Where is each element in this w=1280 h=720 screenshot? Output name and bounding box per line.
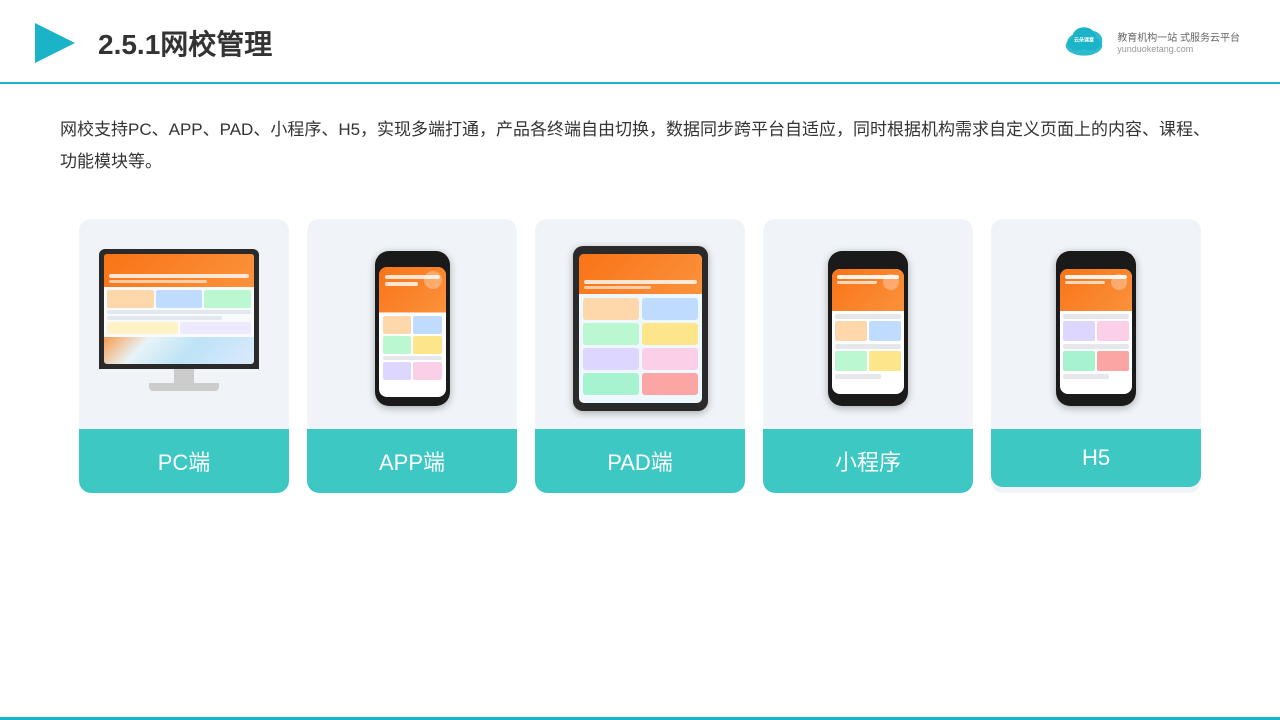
card-pc-label: PC端: [79, 429, 289, 493]
card-miniprogram: 小程序: [763, 219, 973, 493]
card-app-label: APP端: [307, 429, 517, 493]
card-pc-image: [79, 219, 289, 429]
cards-container: PC端: [0, 189, 1280, 523]
brand-logo: 云朵课堂 教育机构一站 式服务云平台 yunduoketang.com: [1059, 22, 1240, 60]
card-pad-label: PAD端: [535, 429, 745, 493]
brand-text: 教育机构一站 式服务云平台 yunduoketang.com: [1117, 29, 1240, 54]
card-miniprogram-image: [763, 219, 973, 429]
page-title: 2.5.1网校管理: [98, 23, 272, 63]
card-h5-label: H5: [991, 429, 1201, 487]
card-pc: PC端: [79, 219, 289, 493]
card-pad: PAD端: [535, 219, 745, 493]
card-app: APP端: [307, 219, 517, 493]
page-header: 2.5.1网校管理 云朵课堂 教育机构一站 式服务云平台 yunduoketan…: [0, 0, 1280, 84]
phone-mockup: [375, 251, 450, 406]
pc-mockup: [99, 249, 269, 409]
miniprogram-mockup: [828, 251, 908, 406]
card-app-image: [307, 219, 517, 429]
svg-text:云朵课堂: 云朵课堂: [1074, 36, 1094, 43]
h5-mockup: [1056, 251, 1136, 406]
brand-icon: 云朵课堂: [1059, 22, 1109, 60]
description-text: 网校支持PC、APP、PAD、小程序、H5，实现多端打通，产品各终端自由切换，数…: [0, 84, 1280, 189]
tablet-mockup: [573, 246, 708, 411]
card-miniprogram-label: 小程序: [763, 429, 973, 493]
card-h5-image: [991, 219, 1201, 429]
card-pad-image: [535, 219, 745, 429]
logo-icon: [30, 18, 80, 68]
card-h5: H5: [991, 219, 1201, 493]
